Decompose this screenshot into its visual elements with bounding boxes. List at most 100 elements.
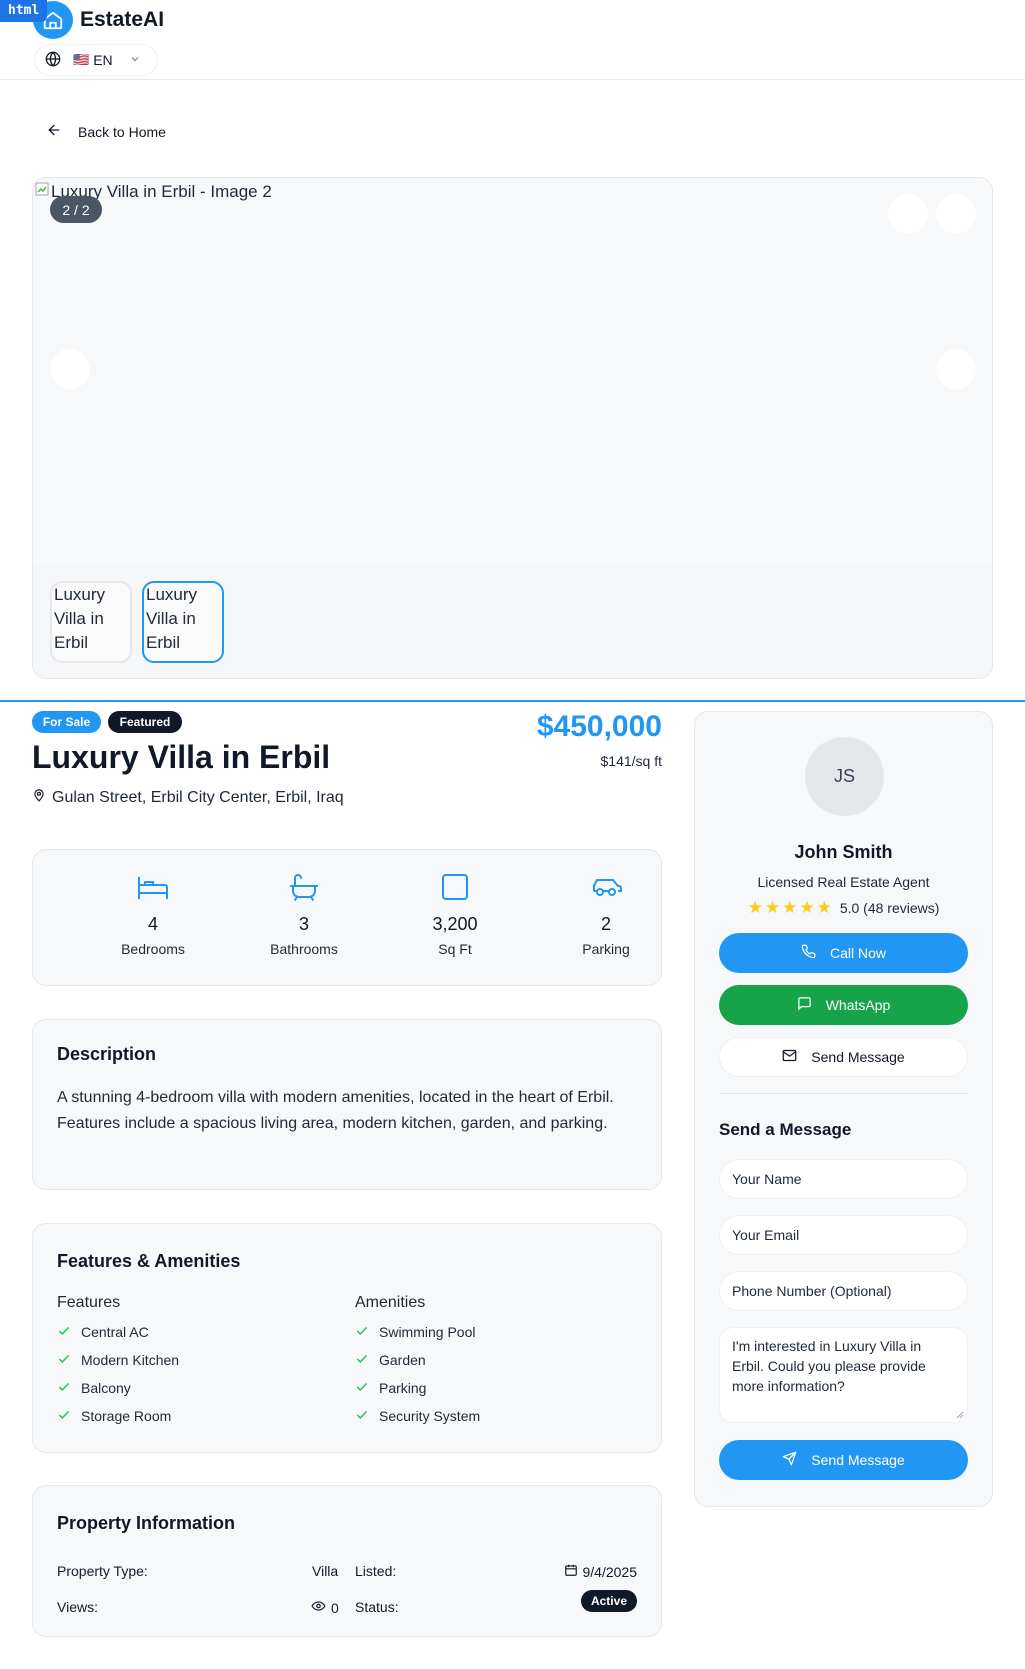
amenity-item: Swimming Pool — [355, 1318, 480, 1346]
amenity-item: Security System — [355, 1402, 480, 1430]
stat-value: 3 — [298, 914, 309, 934]
check-icon — [355, 1380, 369, 1397]
property-type-value: Villa — [312, 1563, 339, 1579]
agent-divider — [719, 1093, 968, 1094]
check-icon — [355, 1408, 369, 1425]
send-message-label: Send Message — [811, 1049, 905, 1065]
feature-label: Balcony — [81, 1380, 131, 1396]
property-type-label: Property Type: — [57, 1563, 148, 1579]
views-count: 0 — [331, 1599, 339, 1616]
back-to-home-link[interactable]: Back to Home — [46, 122, 166, 141]
check-icon — [355, 1324, 369, 1341]
name-field[interactable]: Your Name — [719, 1159, 968, 1199]
amenity-label: Security System — [379, 1408, 481, 1424]
star-icon: ★ — [747, 898, 763, 917]
stat-parking: 2 Parking — [531, 870, 681, 957]
send-message-button[interactable]: Send Message — [719, 1037, 968, 1077]
car-icon — [531, 870, 681, 904]
status-label: Status: — [355, 1599, 399, 1615]
property-price: $450,000 — [536, 710, 662, 743]
property-info-card: Property Information Property Type: Vill… — [32, 1485, 662, 1637]
thumbnail-1[interactable]: Luxury Villa in Erbil — [50, 581, 132, 663]
feature-item: Balcony — [57, 1374, 179, 1402]
thumbnail-alt: Luxury Villa in Erbil — [54, 585, 106, 652]
share-button[interactable] — [888, 194, 928, 234]
for-sale-badge: For Sale — [32, 711, 101, 733]
phone-icon — [801, 944, 816, 962]
thumbnail-alt: Luxury Villa in Erbil — [146, 585, 198, 652]
back-label: Back to Home — [78, 123, 166, 140]
description-card: Description A stunning 4-bedroom villa w… — [32, 1019, 662, 1190]
star-icon: ★ — [799, 898, 815, 917]
language-selector[interactable]: 🇺🇸 EN — [34, 44, 158, 76]
dev-badge: html — [0, 0, 48, 22]
check-icon — [57, 1324, 71, 1341]
calendar-icon — [564, 1563, 578, 1580]
email-field[interactable]: Your Email — [719, 1215, 968, 1255]
listed-label: Listed: — [355, 1563, 397, 1579]
resize-handle-icon[interactable] — [956, 1411, 964, 1419]
amenities-column: Amenities Swimming Pool Garden Parking S… — [355, 1294, 480, 1430]
stat-value: 4 — [147, 914, 158, 934]
chat-icon — [797, 996, 812, 1014]
views-label: Views: — [57, 1599, 98, 1615]
thumbnail-strip: Luxury Villa in Erbil Luxury Villa in Er… — [33, 563, 992, 678]
submit-message-label: Send Message — [811, 1452, 905, 1468]
check-icon — [57, 1408, 71, 1425]
arrow-left-icon — [46, 122, 62, 141]
feature-item: Storage Room — [57, 1402, 179, 1430]
language-code: EN — [93, 52, 113, 68]
next-image-button[interactable] — [936, 349, 976, 389]
previous-image-button[interactable] — [50, 349, 90, 389]
feature-label: Storage Room — [81, 1408, 172, 1424]
brand-name[interactable]: EstateAI — [80, 8, 164, 32]
features-card: Features & Amenities Features Central AC… — [32, 1223, 662, 1453]
property-address: Gulan Street, Erbil City Center, Erbil, … — [32, 787, 344, 808]
features-heading: Features & Amenities — [57, 1251, 241, 1271]
stat-label: Bedrooms — [121, 941, 185, 957]
phone-field[interactable]: Phone Number (Optional) — [719, 1271, 968, 1311]
feature-label: Central AC — [81, 1324, 149, 1340]
chevron-down-icon — [129, 52, 141, 68]
eye-icon — [311, 1599, 326, 1616]
bed-icon — [78, 870, 228, 904]
bath-icon — [229, 870, 379, 904]
status-badge: Active — [580, 1590, 637, 1612]
stat-label: Parking — [582, 941, 630, 957]
listed-value: 9/4/2025 — [564, 1563, 638, 1580]
favorite-button[interactable] — [936, 194, 976, 234]
agent-card: JS John Smith Licensed Real Estate Agent… — [694, 711, 993, 1507]
whatsapp-button[interactable]: WhatsApp — [719, 985, 968, 1025]
call-now-label: Call Now — [829, 945, 886, 961]
broken-image-icon — [35, 181, 49, 202]
agent-role: Licensed Real Estate Agent — [757, 874, 930, 890]
agent-name: John Smith — [794, 842, 893, 862]
thumbnail-2[interactable]: Luxury Villa in Erbil — [142, 581, 224, 663]
stat-value: 2 — [600, 914, 611, 934]
call-now-button[interactable]: Call Now — [719, 933, 968, 973]
submit-message-button[interactable]: Send Message — [719, 1440, 968, 1480]
description-heading: Description — [57, 1044, 157, 1064]
section-divider — [0, 700, 1025, 702]
amenity-item: Garden — [355, 1346, 480, 1374]
avatar: JS — [805, 737, 884, 816]
whatsapp-label: WhatsApp — [825, 997, 891, 1013]
check-icon — [355, 1352, 369, 1369]
price-per-sqft: $141/sq ft — [600, 753, 663, 769]
amenities-subheading: Amenities — [355, 1294, 426, 1311]
amenity-label: Parking — [379, 1380, 427, 1396]
globe-icon — [45, 50, 61, 70]
stat-bathrooms: 3 Bathrooms — [229, 870, 379, 957]
star-icon: ★ — [782, 898, 798, 917]
feature-item: Modern Kitchen — [57, 1346, 179, 1374]
square-icon — [380, 870, 530, 904]
image-counter: 2 / 2 — [50, 196, 102, 223]
message-textarea[interactable]: I'm interested in Luxury Villa in Erbil.… — [719, 1327, 968, 1423]
stat-bedrooms: 4 Bedrooms — [78, 870, 228, 957]
top-header: html EstateAI 🇺🇸 EN — [0, 0, 1025, 80]
listed-date: 9/4/2025 — [582, 1563, 638, 1580]
form-heading: Send a Message — [719, 1120, 852, 1139]
check-icon — [57, 1352, 71, 1369]
rating-text: 5.0 (48 reviews) — [839, 900, 940, 916]
star-icon: ★ — [764, 898, 781, 917]
